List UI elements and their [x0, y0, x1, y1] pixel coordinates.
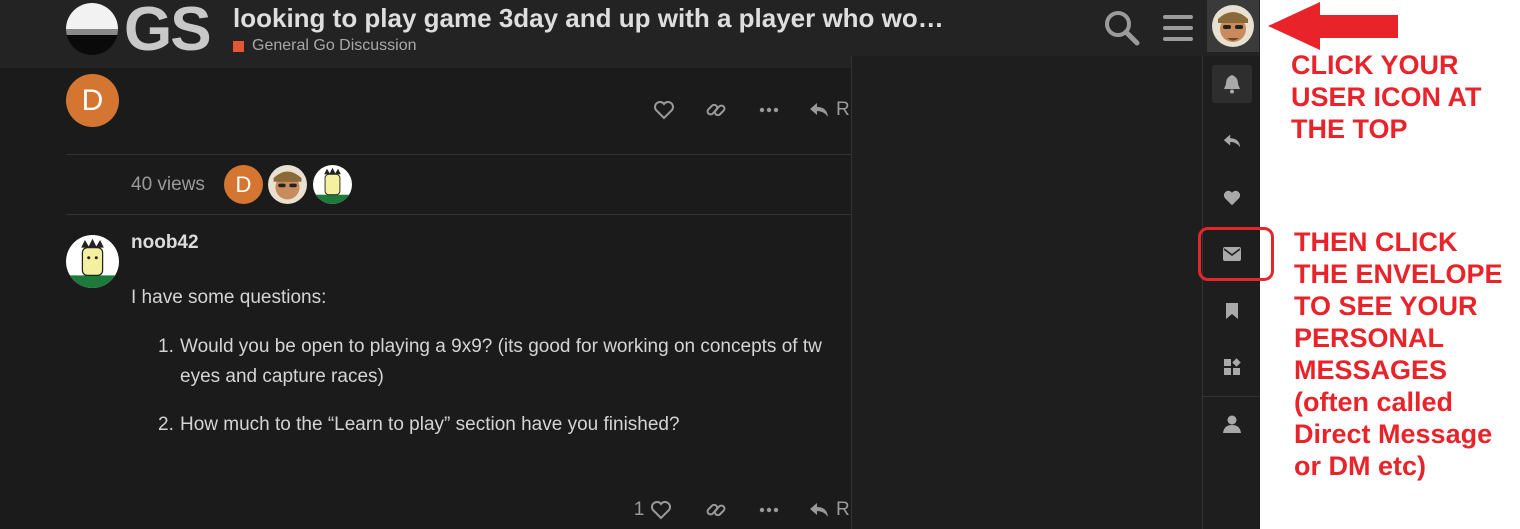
annotation-click-envelope: THEN CLICK THE ENVELOPE TO SEE YOUR PERS…: [1294, 227, 1503, 481]
like-button[interactable]: 1: [628, 497, 678, 523]
site-logo[interactable]: [66, 3, 118, 55]
envelope-highlight-box: [1198, 227, 1274, 281]
list-item-text: Would you be open to playing a 9x9? (its…: [180, 336, 822, 357]
user-menu-panel: [851, 56, 1261, 529]
participant-avatar[interactable]: [313, 165, 352, 204]
list-item-number: 1.: [158, 336, 174, 357]
list-item-number: 2.: [158, 414, 174, 435]
review-icon: [1224, 358, 1241, 375]
list-item-text: eyes and capture races): [180, 366, 384, 387]
bell-icon: [1224, 75, 1240, 94]
link-icon: [706, 103, 726, 117]
profile-tab[interactable]: [1212, 405, 1252, 443]
category-badge[interactable]: General Go Discussion: [233, 37, 417, 55]
topic-title[interactable]: looking to play game 3day and up with a …: [233, 3, 944, 34]
more-actions-button[interactable]: [756, 497, 782, 523]
reply-label: R: [836, 99, 850, 120]
annotation-click-user-icon: CLICK YOUR USER ICON AT THE TOP: [1291, 50, 1482, 144]
divider: [66, 214, 851, 215]
logo-text[interactable]: GS: [124, 0, 212, 65]
reply-icon: [810, 103, 828, 117]
post-author-avatar[interactable]: D: [66, 74, 119, 127]
link-icon: [706, 503, 726, 517]
divider: [1202, 396, 1260, 397]
hamburger-menu-icon[interactable]: [1158, 8, 1198, 48]
more-actions-button[interactable]: [756, 97, 782, 123]
notifications-tab[interactable]: [1212, 65, 1252, 103]
heart-icon: [651, 501, 672, 520]
category-color-square: [233, 40, 244, 52]
post-author-avatar[interactable]: [66, 235, 119, 288]
heart-icon: [1223, 190, 1241, 206]
user-avatar-button[interactable]: [1207, 0, 1259, 52]
participant-avatar[interactable]: [268, 165, 307, 204]
copy-link-button[interactable]: [703, 97, 729, 123]
category-label: General Go Discussion: [252, 37, 417, 54]
ellipsis-icon: [759, 107, 779, 113]
reply-icon: [810, 503, 828, 517]
user-avatar-icon: [1212, 5, 1254, 47]
like-count: 1: [633, 499, 645, 520]
likes-tab[interactable]: [1212, 179, 1252, 217]
post-username[interactable]: noob42: [131, 232, 199, 254]
copy-link-button[interactable]: [703, 497, 729, 523]
divider: [66, 154, 851, 155]
profile-icon: [1223, 415, 1241, 433]
participant-avatar[interactable]: D: [224, 165, 263, 204]
search-icon[interactable]: [1102, 8, 1142, 48]
heart-icon: [654, 101, 674, 120]
like-button[interactable]: [651, 97, 677, 123]
reply-button[interactable]: R: [808, 97, 852, 123]
review-tab[interactable]: [1212, 348, 1252, 386]
post-intro-text: I have some questions:: [131, 287, 327, 308]
reply-label: R: [836, 499, 850, 520]
replies-tab[interactable]: [1212, 122, 1252, 160]
list-item-text: How much to the “Learn to play” section …: [180, 414, 680, 435]
reply-icon: [1223, 134, 1241, 148]
bookmark-icon: [1226, 303, 1238, 319]
bookmarks-tab[interactable]: [1212, 292, 1252, 330]
reply-button[interactable]: R: [808, 497, 852, 523]
views-count: 40 views: [131, 174, 205, 195]
ellipsis-icon: [759, 507, 779, 513]
